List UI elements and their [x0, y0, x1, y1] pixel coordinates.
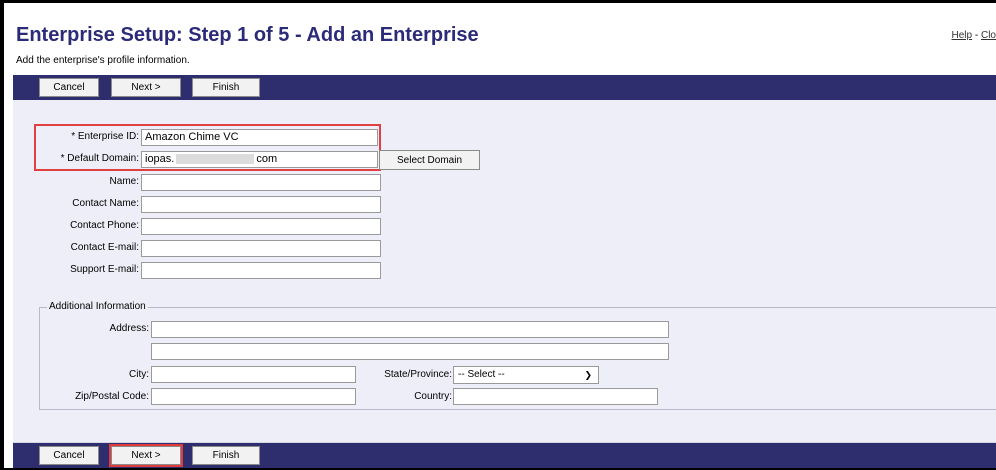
top-toolbar: Cancel Next > Finish [13, 75, 996, 100]
bottom-next-button[interactable]: Next > [109, 444, 183, 467]
help-link[interactable]: Help [952, 30, 973, 41]
bottom-toolbar: Cancel Next > Finish [13, 443, 996, 468]
contact-phone-label: Contact Phone: [70, 220, 139, 231]
next-button[interactable]: Next > [111, 78, 181, 97]
top-links: Help - Clo [952, 30, 996, 41]
select-domain-button[interactable]: Select Domain [379, 150, 480, 170]
address-label: Address: [109, 323, 149, 334]
contact-phone-field[interactable] [141, 218, 381, 235]
link-separator: - [972, 30, 981, 41]
address-line1-field[interactable] [151, 321, 669, 338]
finish-button[interactable]: Finish [192, 78, 260, 97]
country-field[interactable] [453, 388, 658, 405]
name-field[interactable] [141, 174, 381, 191]
name-label: Name: [109, 176, 139, 187]
bottom-finish-button[interactable]: Finish [192, 446, 260, 465]
redacted-domain [176, 154, 255, 165]
state-label: State/Province: [384, 369, 452, 380]
state-selected-value: -- Select -- [458, 369, 505, 380]
enterprise-id-label: * Enterprise ID: [71, 131, 139, 142]
close-link[interactable]: Clo [981, 30, 996, 41]
cancel-button[interactable]: Cancel [39, 78, 99, 97]
city-field[interactable] [151, 366, 356, 383]
default-domain-field[interactable]: iopas. com [141, 151, 378, 168]
support-email-field[interactable] [141, 262, 381, 279]
city-label: City: [129, 369, 149, 380]
page-title: Enterprise Setup: Step 1 of 5 - Add an E… [16, 24, 479, 46]
country-label: Country: [414, 391, 452, 402]
zip-field[interactable] [151, 388, 356, 405]
contact-name-label: Contact Name: [72, 198, 139, 209]
default-domain-label: * Default Domain: [60, 153, 139, 164]
address-line2-field[interactable] [151, 343, 669, 360]
bottom-cancel-button[interactable]: Cancel [39, 446, 99, 465]
default-domain-prefix: iopas. [145, 153, 175, 165]
contact-email-label: Contact E-mail: [70, 242, 139, 253]
chevron-down-icon: ❯ [584, 370, 592, 380]
default-domain-suffix: com [256, 153, 278, 165]
zip-label: Zip/Postal Code: [75, 391, 149, 402]
enterprise-id-field[interactable]: Amazon Chime VC [141, 129, 378, 146]
additional-info-legend: Additional Information [47, 301, 148, 312]
contact-email-field[interactable] [141, 240, 381, 257]
state-select[interactable]: -- Select -- ❯ [453, 366, 599, 384]
page-subtitle: Add the enterprise's profile information… [16, 55, 190, 66]
support-email-label: Support E-mail: [70, 264, 139, 275]
contact-name-field[interactable] [141, 196, 381, 213]
